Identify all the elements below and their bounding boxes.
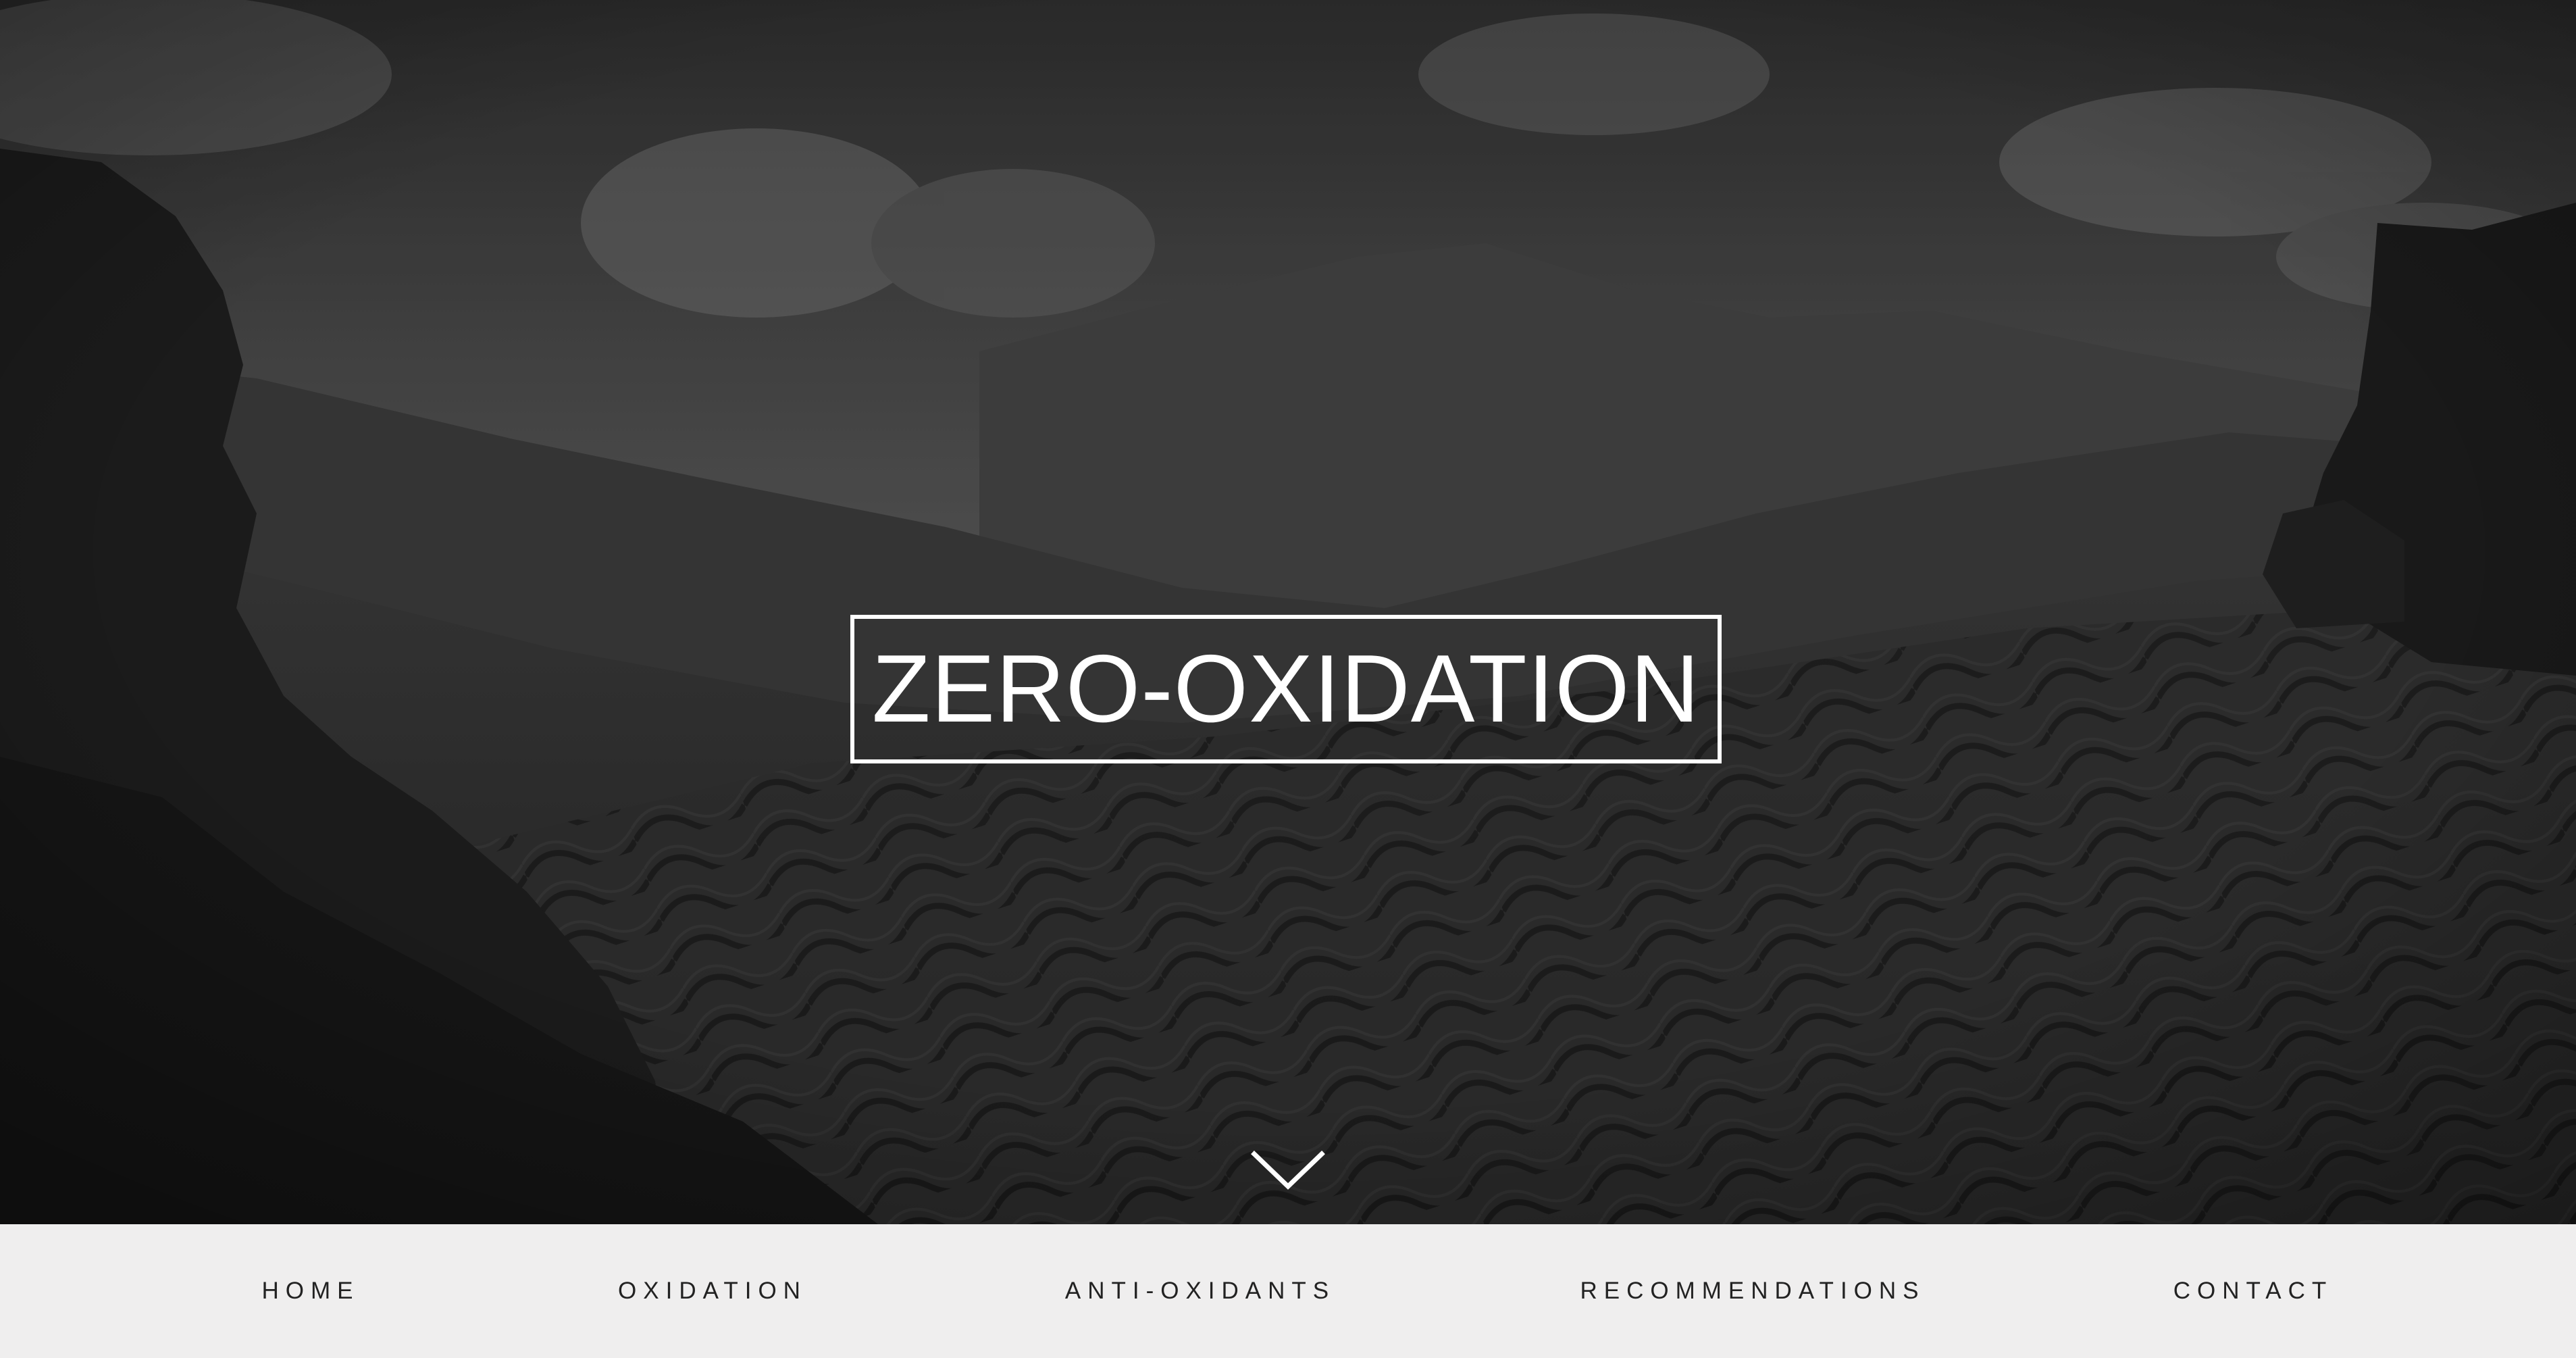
nav-item-home[interactable]: HOME <box>213 1224 408 1358</box>
page: ZERO-OXIDATION HOME OXIDATION ANTI-OXIDA… <box>0 0 2576 1358</box>
nav-item-anti-oxidants[interactable]: ANTI-OXIDANTS <box>1038 1224 1362 1358</box>
main-navigation: HOME OXIDATION ANTI-OXIDANTS RECOMMENDAT… <box>0 1224 2576 1358</box>
nav-item-recommendations[interactable]: RECOMMENDATIONS <box>1551 1224 1954 1358</box>
nav-item-contact[interactable]: CONTACT <box>2123 1224 2383 1358</box>
chevron-down-icon <box>1251 1151 1325 1190</box>
scroll-down-button[interactable] <box>1250 1149 1326 1192</box>
hero-title: ZERO-OXIDATION <box>871 635 1701 743</box>
hero-background-image <box>0 0 2576 1224</box>
nav-item-oxidation[interactable]: OXIDATION <box>575 1224 850 1358</box>
hero-section: ZERO-OXIDATION <box>0 0 2576 1224</box>
hero-title-box: ZERO-OXIDATION <box>850 615 1722 763</box>
